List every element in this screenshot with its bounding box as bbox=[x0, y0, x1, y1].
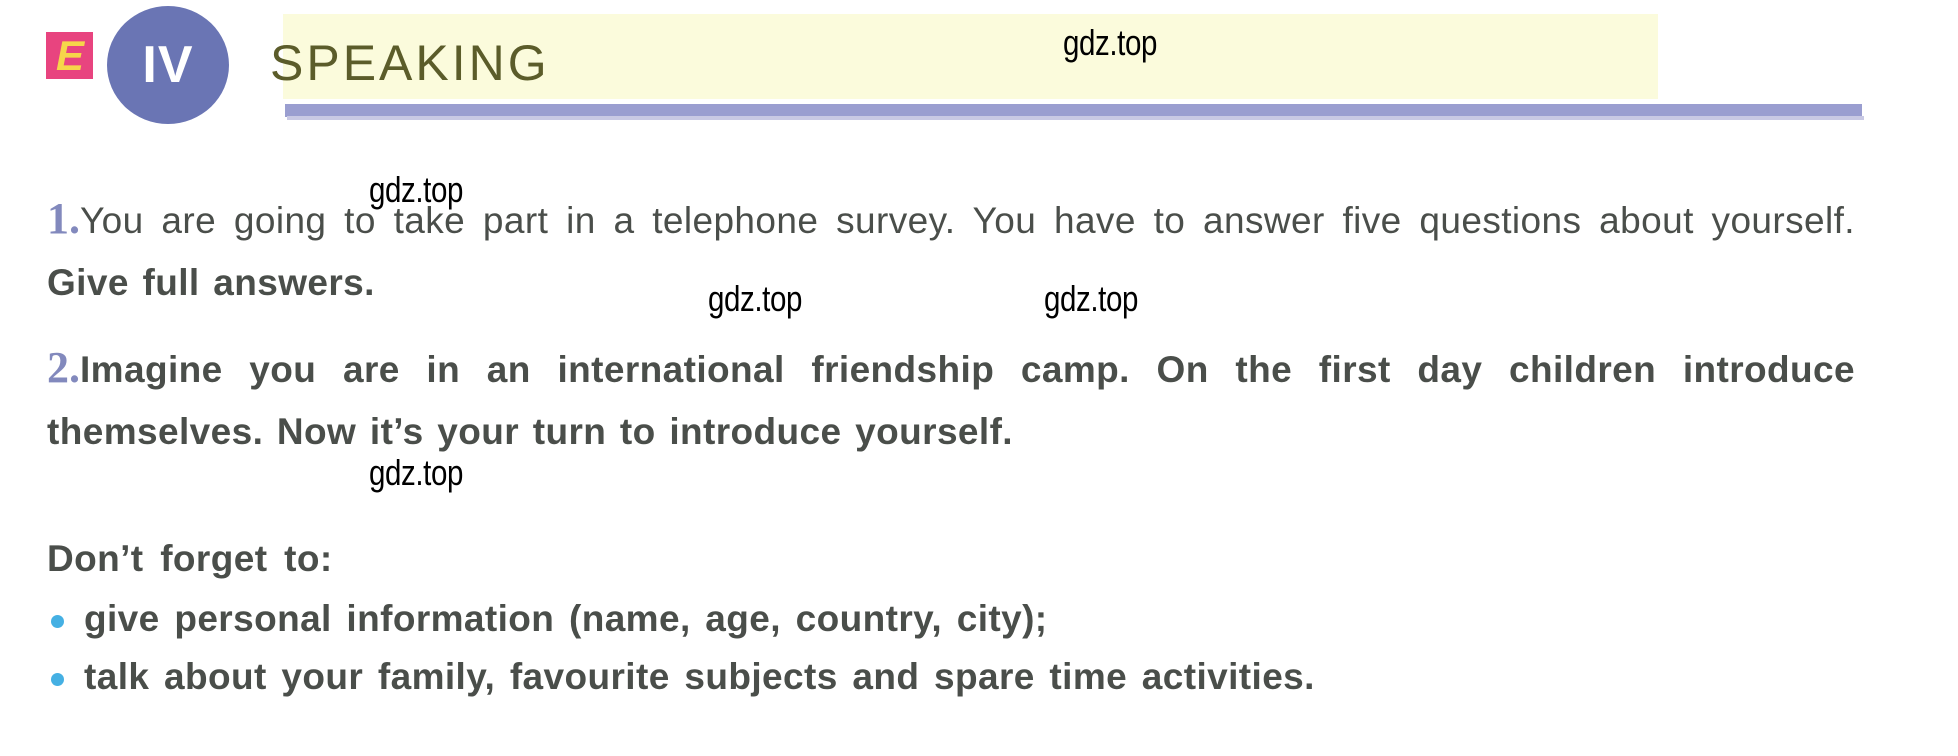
watermark: gdz.top bbox=[1063, 22, 1157, 63]
exercise-item-1: 1.You are going to take part in a teleph… bbox=[47, 188, 1857, 314]
enjoy-english-logo-icon: E bbox=[46, 32, 93, 79]
watermark: gdz.top bbox=[369, 452, 463, 493]
exercise-2-body: Imagine you are in an international frie… bbox=[47, 349, 1855, 452]
bullet-dot-icon bbox=[51, 615, 64, 628]
exercise-1-text: 1.You are going to take part in a teleph… bbox=[47, 188, 1855, 314]
section-number-badge: IV bbox=[107, 6, 229, 124]
watermark: gdz.top bbox=[708, 278, 802, 319]
exercise-2-text: 2.Imagine you are in an international fr… bbox=[47, 337, 1855, 463]
list-item-label: talk about your family, favourite subjec… bbox=[84, 656, 1315, 697]
exercise-1-number: 1. bbox=[47, 194, 80, 243]
exercise-item-2: 2.Imagine you are in an international fr… bbox=[47, 337, 1857, 463]
section-number-label: IV bbox=[142, 36, 194, 94]
list-item: give personal information (name, age, co… bbox=[47, 595, 1857, 643]
watermark: gdz.top bbox=[1044, 278, 1138, 319]
page-title: SPEAKING bbox=[270, 35, 550, 91]
exercise-2-number: 2. bbox=[47, 343, 80, 392]
watermark: gdz.top bbox=[369, 169, 463, 210]
bullet-dot-icon bbox=[51, 673, 64, 686]
exercise-1-body: You are going to take part in a telephon… bbox=[80, 200, 1855, 241]
dont-forget-label: Don’t forget to: bbox=[47, 538, 333, 579]
exercise-1-emphasis: Give full answers. bbox=[47, 262, 375, 303]
logo-letter-glyph: E bbox=[55, 32, 84, 79]
list-item: talk about your family, favourite subjec… bbox=[47, 653, 1857, 701]
list-item-label: give personal information (name, age, co… bbox=[84, 598, 1048, 639]
requirements-list: give personal information (name, age, co… bbox=[47, 595, 1857, 711]
header-rule-shadow bbox=[287, 116, 1864, 120]
page-header: E IV SPEAKING bbox=[0, 0, 1958, 140]
